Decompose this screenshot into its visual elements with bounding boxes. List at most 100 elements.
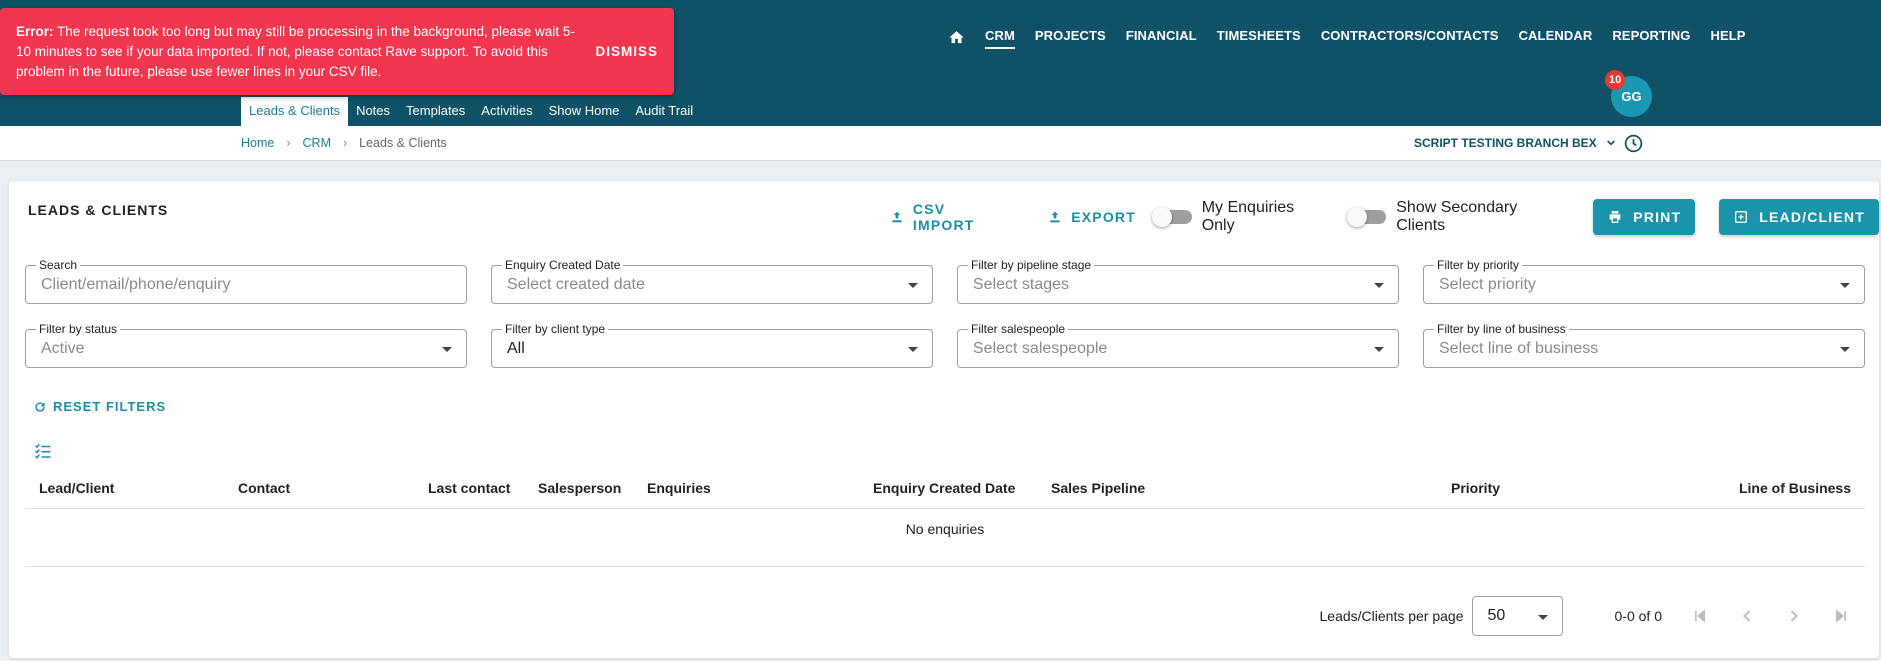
nav-calendar[interactable]: CALENDAR bbox=[1519, 28, 1593, 46]
toggle-switch[interactable] bbox=[1151, 207, 1192, 227]
nav-crm[interactable]: CRM bbox=[985, 28, 1015, 49]
subnav-audit-trail[interactable]: Audit Trail bbox=[627, 97, 701, 126]
breadcrumb-current: Leads & Clients bbox=[359, 136, 447, 150]
my-enquiries-toggle[interactable]: My Enquiries Only bbox=[1151, 199, 1331, 235]
search-placeholder: Client/email/phone/enquiry bbox=[41, 276, 231, 293]
reset-filters-button[interactable]: RESET FILTERS bbox=[33, 399, 166, 414]
priority-label: Filter by priority bbox=[1434, 258, 1523, 272]
csv-import-button[interactable]: CSV IMPORT bbox=[881, 201, 1019, 233]
empty-state: No enquiries bbox=[25, 510, 1865, 567]
nav-contractors-contacts[interactable]: CONTRACTORS/CONTACTS bbox=[1321, 28, 1499, 46]
client-type-select[interactable]: Filter by client type All bbox=[491, 322, 933, 368]
column-line-of-business[interactable]: Line of Business bbox=[1739, 480, 1851, 496]
column-priority[interactable]: Priority bbox=[1451, 480, 1500, 496]
rows-per-page-select[interactable]: 50 bbox=[1471, 596, 1563, 636]
priority-select[interactable]: Filter by priority Select priority bbox=[1423, 258, 1865, 304]
salespeople-label: Filter salespeople bbox=[968, 322, 1069, 336]
column-contact[interactable]: Contact bbox=[238, 480, 290, 496]
print-label: PRINT bbox=[1633, 209, 1682, 225]
line-of-business-label: Filter by line of business bbox=[1434, 322, 1569, 336]
subnav-show-home[interactable]: Show Home bbox=[541, 97, 628, 126]
toggle-switch[interactable] bbox=[1346, 207, 1387, 227]
table-header: Lead/Client Contact Last contact Salespe… bbox=[25, 466, 1865, 509]
client-type-value: All bbox=[507, 340, 525, 357]
first-page-icon[interactable] bbox=[1690, 606, 1710, 626]
nav-help[interactable]: HELP bbox=[1711, 28, 1746, 46]
add-box-icon bbox=[1735, 211, 1748, 223]
pipeline-stage-label: Filter by pipeline stage bbox=[968, 258, 1095, 272]
column-salesperson[interactable]: Salesperson bbox=[538, 480, 621, 496]
upload-icon bbox=[1050, 211, 1060, 223]
dropdown-arrow-icon bbox=[908, 283, 918, 288]
nav-projects[interactable]: PROJECTS bbox=[1035, 28, 1106, 46]
subnav-leads-clients[interactable]: Leads & Clients bbox=[241, 97, 349, 126]
toggle-knob bbox=[1151, 207, 1172, 227]
last-page-icon[interactable] bbox=[1831, 606, 1851, 626]
client-type-label: Filter by client type bbox=[502, 322, 609, 336]
error-toast: Error: The request took too long but may… bbox=[0, 8, 674, 95]
breadcrumb-home[interactable]: Home bbox=[241, 136, 274, 150]
pagination: Leads/Clients per page 50 0-0 of 0 bbox=[1320, 596, 1851, 636]
nav-timesheets[interactable]: TIMESHEETS bbox=[1217, 28, 1301, 46]
dropdown-arrow-icon bbox=[1374, 283, 1384, 288]
add-lead-client-label: LEAD/CLIENT bbox=[1759, 209, 1865, 225]
history-icon[interactable] bbox=[1623, 133, 1644, 154]
rows-per-page-label: Leads/Clients per page bbox=[1319, 608, 1464, 624]
home-icon[interactable] bbox=[948, 29, 965, 46]
line-of-business-select[interactable]: Filter by line of business Select line o… bbox=[1423, 322, 1865, 368]
error-text: The request took too long but may still … bbox=[16, 24, 575, 79]
dropdown-arrow-icon bbox=[1840, 347, 1850, 352]
column-selector-icon[interactable] bbox=[34, 442, 52, 460]
toggle-knob bbox=[1346, 207, 1367, 227]
line-of-business-placeholder: Select line of business bbox=[1439, 340, 1599, 357]
dismiss-button[interactable]: DISMISS bbox=[595, 42, 658, 62]
status-value: Active bbox=[41, 340, 85, 357]
dropdown-arrow-icon bbox=[1537, 615, 1548, 620]
subnav-activities[interactable]: Activities bbox=[473, 97, 540, 126]
chevron-right-icon: › bbox=[342, 136, 348, 150]
secondary-clients-toggle[interactable]: Show Secondary Clients bbox=[1346, 199, 1570, 235]
csv-import-label: CSV IMPORT bbox=[912, 201, 975, 233]
pipeline-stage-placeholder: Select stages bbox=[973, 276, 1070, 293]
pipeline-stage-select[interactable]: Filter by pipeline stage Select stages bbox=[957, 258, 1399, 304]
breadcrumb-bar: Home › CRM › Leads & Clients SCRIPT TEST… bbox=[0, 126, 1881, 161]
add-lead-client-button[interactable]: LEAD/CLIENT bbox=[1719, 199, 1879, 235]
enquiry-created-date-select[interactable]: Enquiry Created Date Select created date bbox=[491, 258, 933, 304]
export-button[interactable]: EXPORT bbox=[1039, 209, 1144, 225]
page-title: LEADS & CLIENTS bbox=[28, 202, 169, 218]
branch-label: SCRIPT TESTING BRANCH BEX bbox=[1414, 136, 1597, 150]
branch-selector[interactable]: SCRIPT TESTING BRANCH BEX bbox=[1414, 135, 1619, 151]
priority-placeholder: Select priority bbox=[1439, 276, 1536, 293]
reset-filters-label: RESET FILTERS bbox=[53, 399, 167, 414]
dropdown-arrow-icon bbox=[1374, 347, 1384, 352]
subnav-notes[interactable]: Notes bbox=[348, 97, 398, 126]
nav-reporting[interactable]: REPORTING bbox=[1612, 28, 1690, 46]
salespeople-select[interactable]: Filter salespeople Select salespeople bbox=[957, 322, 1399, 368]
column-lead-client[interactable]: Lead/Client bbox=[39, 480, 114, 496]
status-select[interactable]: Filter by status Active bbox=[25, 322, 467, 368]
column-enquiries[interactable]: Enquiries bbox=[647, 480, 711, 496]
crm-sub-nav: Leads & Clients Notes Templates Activiti… bbox=[241, 97, 701, 126]
dropdown-arrow-icon bbox=[908, 347, 918, 352]
upload-icon bbox=[892, 211, 902, 223]
error-prefix: Error: bbox=[16, 24, 54, 39]
column-sales-pipeline[interactable]: Sales Pipeline bbox=[1051, 480, 1145, 496]
chevron-down-icon bbox=[1606, 140, 1615, 146]
next-page-icon[interactable] bbox=[1784, 606, 1804, 626]
column-enquiry-created-date[interactable]: Enquiry Created Date bbox=[873, 480, 1015, 496]
salespeople-placeholder: Select salespeople bbox=[973, 340, 1108, 357]
print-button[interactable]: PRINT bbox=[1593, 199, 1696, 235]
nav-financial[interactable]: FINANCIAL bbox=[1126, 28, 1197, 46]
search-input[interactable]: Search Client/email/phone/enquiry bbox=[25, 258, 467, 304]
created-date-label: Enquiry Created Date bbox=[502, 258, 624, 272]
column-last-contact[interactable]: Last contact bbox=[428, 480, 510, 496]
subnav-templates[interactable]: Templates bbox=[398, 97, 473, 126]
dropdown-arrow-icon bbox=[442, 347, 452, 352]
export-label: EXPORT bbox=[1071, 209, 1136, 225]
breadcrumb-crm[interactable]: CRM bbox=[303, 136, 331, 150]
rows-per-page-value: 50 bbox=[1487, 607, 1506, 624]
previous-page-icon[interactable] bbox=[1737, 606, 1757, 626]
error-message: Error: The request took too long but may… bbox=[16, 22, 576, 82]
chevron-right-icon: › bbox=[286, 136, 291, 150]
main-nav: CRM PROJECTS FINANCIAL TIMESHEETS CONTRA… bbox=[948, 28, 1746, 49]
